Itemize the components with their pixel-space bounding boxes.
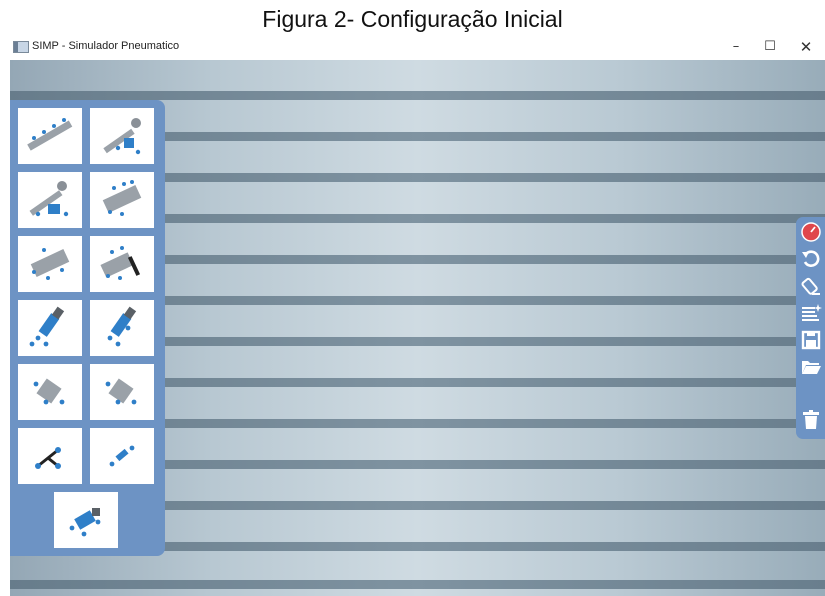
open-folder-icon <box>802 361 821 374</box>
pressure-gauge-icon <box>801 222 821 242</box>
palette-item-single-acting-cylinder[interactable] <box>18 300 82 356</box>
or-valve-icon <box>105 378 137 405</box>
eraser-button[interactable] <box>800 275 822 297</box>
trash-icon <box>803 410 819 429</box>
stripe-divider <box>10 580 825 589</box>
close-button[interactable]: ✕ <box>793 38 819 58</box>
palette-item-air-supply-valve[interactable] <box>18 172 82 228</box>
hand-lever-valve-icon <box>100 246 141 280</box>
palette-item-flow-control[interactable] <box>90 428 154 484</box>
single-acting-cylinder-icon <box>29 306 65 347</box>
maximize-button[interactable]: ☐ <box>757 38 783 58</box>
and-valve-icon <box>33 378 65 405</box>
save-icon <box>801 330 821 350</box>
window-titlebar: SIMP - Simulador Pneumatico – ☐ ✕ <box>10 38 825 60</box>
save-button[interactable] <box>800 329 822 351</box>
air-supply-unit-icon <box>103 118 141 155</box>
flow-control-icon <box>109 445 135 467</box>
stripe-divider <box>10 91 825 100</box>
figure-caption: Figura 2- Configuração Inicial <box>262 6 563 32</box>
palette-item-and-valve[interactable] <box>18 364 82 420</box>
palette-item-valve-3-2[interactable] <box>18 236 82 292</box>
delete-button[interactable] <box>800 409 822 431</box>
eraser-icon <box>801 277 820 295</box>
minimize-button[interactable]: – <box>723 38 749 58</box>
new-button[interactable] <box>800 302 822 324</box>
component-palette <box>10 100 165 556</box>
palette-item-double-acting-cylinder[interactable] <box>90 300 154 356</box>
gauge-tool-button[interactable] <box>800 221 822 243</box>
undo-icon <box>802 250 820 267</box>
air-supply-valve-icon <box>29 181 69 217</box>
window-title: SIMP - Simulador Pneumatico <box>32 40 180 52</box>
app-icon <box>13 41 29 53</box>
palette-item-hand-lever-valve[interactable] <box>90 236 154 292</box>
undo-button[interactable] <box>800 248 822 270</box>
tee-connector-icon <box>35 447 61 469</box>
palette-item-manifold[interactable] <box>18 108 82 164</box>
manifold-icon <box>27 118 73 151</box>
new-file-icon <box>802 304 822 321</box>
valve-5-2-icon <box>102 180 142 216</box>
palette-item-pressure-regulator[interactable] <box>54 492 118 548</box>
pressure-regulator-icon <box>69 508 101 537</box>
action-toolbar <box>796 217 825 439</box>
palette-item-air-supply-unit[interactable] <box>90 108 154 164</box>
double-acting-cylinder-icon <box>107 306 137 347</box>
open-button[interactable] <box>800 356 822 378</box>
palette-item-valve-5-2[interactable] <box>90 172 154 228</box>
palette-item-or-valve[interactable] <box>90 364 154 420</box>
valve-3-2-icon <box>30 248 70 280</box>
palette-item-tee-connector[interactable] <box>18 428 82 484</box>
